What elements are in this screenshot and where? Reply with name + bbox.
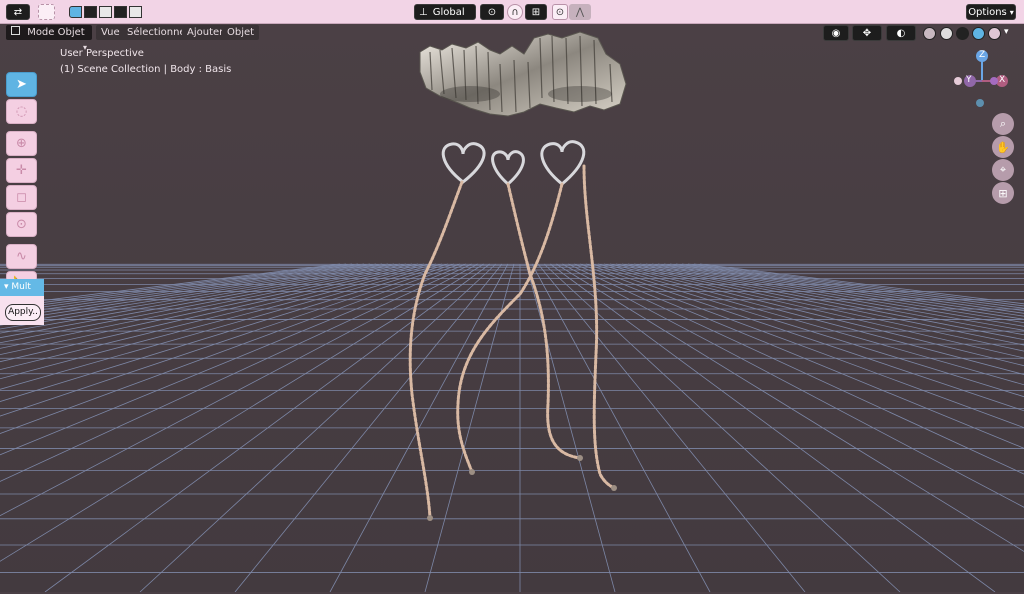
- transform-icon: ⊙: [16, 217, 27, 232]
- annotate-tool[interactable]: ∿: [6, 244, 37, 269]
- falloff-dropdown[interactable]: ⋀: [569, 4, 591, 20]
- operator-panel: ▾ Mult Apply..: [0, 279, 44, 325]
- dashed-circle-icon: ◌: [15, 104, 28, 119]
- menu-vue[interactable]: Vue: [96, 25, 125, 40]
- select-mode-group[interactable]: [68, 4, 142, 20]
- zoom-button[interactable]: ⌕: [992, 113, 1014, 135]
- editor-type-icon: ⇄: [13, 6, 23, 18]
- snap-target-icon: ⊞: [531, 6, 541, 18]
- crosshair-icon: ⊕: [16, 136, 27, 151]
- menu-objet[interactable]: Objet: [222, 25, 260, 40]
- ortho-toggle-button[interactable]: ⊞: [992, 182, 1014, 204]
- menu-vue-label: Vue: [101, 27, 120, 38]
- orientation-label: Global: [432, 6, 465, 18]
- overlays-dropdown[interactable]: ◐: [886, 25, 916, 41]
- visibility-dropdown[interactable]: ◉: [823, 25, 849, 41]
- pan-button[interactable]: ✋: [992, 136, 1014, 158]
- selectability-icon[interactable]: [38, 4, 55, 20]
- transform-tool[interactable]: ⊙: [6, 212, 37, 237]
- extend-selection-icon[interactable]: [83, 6, 97, 18]
- object-mode-icon: [11, 26, 20, 35]
- new-selection-icon[interactable]: [68, 6, 82, 18]
- gizmo-dropdown[interactable]: ✥: [852, 25, 882, 41]
- chevron-down-icon: ▾: [1009, 7, 1014, 17]
- perspective-label: User Perspective: [60, 48, 144, 59]
- grid-icon: ⊞: [998, 186, 1008, 200]
- pivot-point-dropdown[interactable]: ⊙: [480, 4, 504, 20]
- intersect-selection-icon[interactable]: [128, 6, 142, 18]
- select-tool[interactable]: ➤: [6, 72, 37, 97]
- viewport-grid: [0, 24, 1024, 592]
- options-label: Options: [968, 6, 1007, 18]
- operator-title: Mult: [11, 282, 31, 292]
- top-header: ⇄ ⊥ Global ⊙ ∩ ⊞ ⊙ ⋀ Options ▾: [0, 0, 1024, 24]
- rendered-shading-icon[interactable]: [988, 27, 1001, 40]
- falloff-icon: ⋀: [575, 6, 585, 18]
- hand-icon: ✋: [996, 140, 1010, 154]
- options-dropdown[interactable]: Options ▾: [966, 4, 1016, 20]
- 3d-viewport[interactable]: Mode Objet ▾ Vue Sélectionner Ajouter Ob…: [0, 24, 1024, 592]
- scale-tool[interactable]: ◻: [6, 185, 37, 210]
- menu-ajouter-label: Ajouter: [187, 27, 224, 38]
- solid-shading-icon[interactable]: [956, 27, 969, 40]
- invert-selection-icon[interactable]: [113, 6, 127, 18]
- camera-view-button[interactable]: ⌖: [992, 159, 1014, 181]
- move-icon: ✛: [16, 163, 27, 178]
- material-shading-icon[interactable]: [972, 27, 985, 40]
- eye-icon: ◉: [831, 27, 841, 39]
- subtract-selection-icon[interactable]: [98, 6, 112, 18]
- overlays-icon: ◐: [896, 27, 906, 39]
- pivot-icon: ⊙: [487, 6, 497, 18]
- transform-orientation-dropdown[interactable]: ⊥ Global: [414, 4, 476, 20]
- chevron-down-icon: ▾: [4, 282, 9, 292]
- orientation-icon: ⊥: [419, 6, 428, 18]
- snap-target-dropdown[interactable]: ⊞: [525, 4, 547, 20]
- apply-button[interactable]: Apply..: [5, 304, 41, 321]
- x-label: X: [999, 75, 1006, 85]
- menu-objet-label: Objet: [227, 27, 255, 38]
- z-label: Z: [979, 50, 986, 60]
- camera-icon: ⌖: [999, 163, 1007, 176]
- collection-label: (1) Scene Collection | Body : Basis: [60, 64, 232, 75]
- snap-toggle[interactable]: ∩: [507, 4, 523, 20]
- mode-dropdown[interactable]: Mode Objet ▾: [6, 25, 92, 52]
- gizmo-icon: ✥: [862, 27, 872, 39]
- scale-icon: ◻: [16, 190, 27, 205]
- squiggle-icon: ∿: [16, 249, 27, 264]
- y-label: Y: [966, 75, 972, 85]
- editor-type-button[interactable]: ⇄: [6, 4, 30, 20]
- chevron-down-icon[interactable]: ▾: [1004, 27, 1009, 37]
- move-tool[interactable]: ✛: [6, 158, 37, 183]
- wireframe-shading-icon[interactable]: [940, 27, 953, 40]
- mode-label: Mode Objet: [27, 27, 85, 38]
- proportional-edit-toggle[interactable]: ⊙: [552, 4, 568, 20]
- xray-icon[interactable]: [923, 27, 936, 40]
- menu-selectionner-label: Sélectionner: [127, 27, 190, 38]
- operator-panel-header[interactable]: ▾ Mult: [0, 279, 44, 296]
- proportional-edit-icon: ⊙: [555, 6, 565, 18]
- zoom-icon: ⌕: [999, 117, 1007, 130]
- blender-window: ⇄ ⊥ Global ⊙ ∩ ⊞ ⊙ ⋀ Options ▾ Mode Obje…: [0, 0, 1024, 594]
- cursor-arrow-icon: ➤: [16, 77, 27, 92]
- cursor-tool[interactable]: ⊕: [6, 131, 37, 156]
- shading-group[interactable]: ▾: [920, 25, 1016, 41]
- snap-icon: ∩: [511, 6, 519, 18]
- select-box-tool[interactable]: ◌: [6, 99, 37, 124]
